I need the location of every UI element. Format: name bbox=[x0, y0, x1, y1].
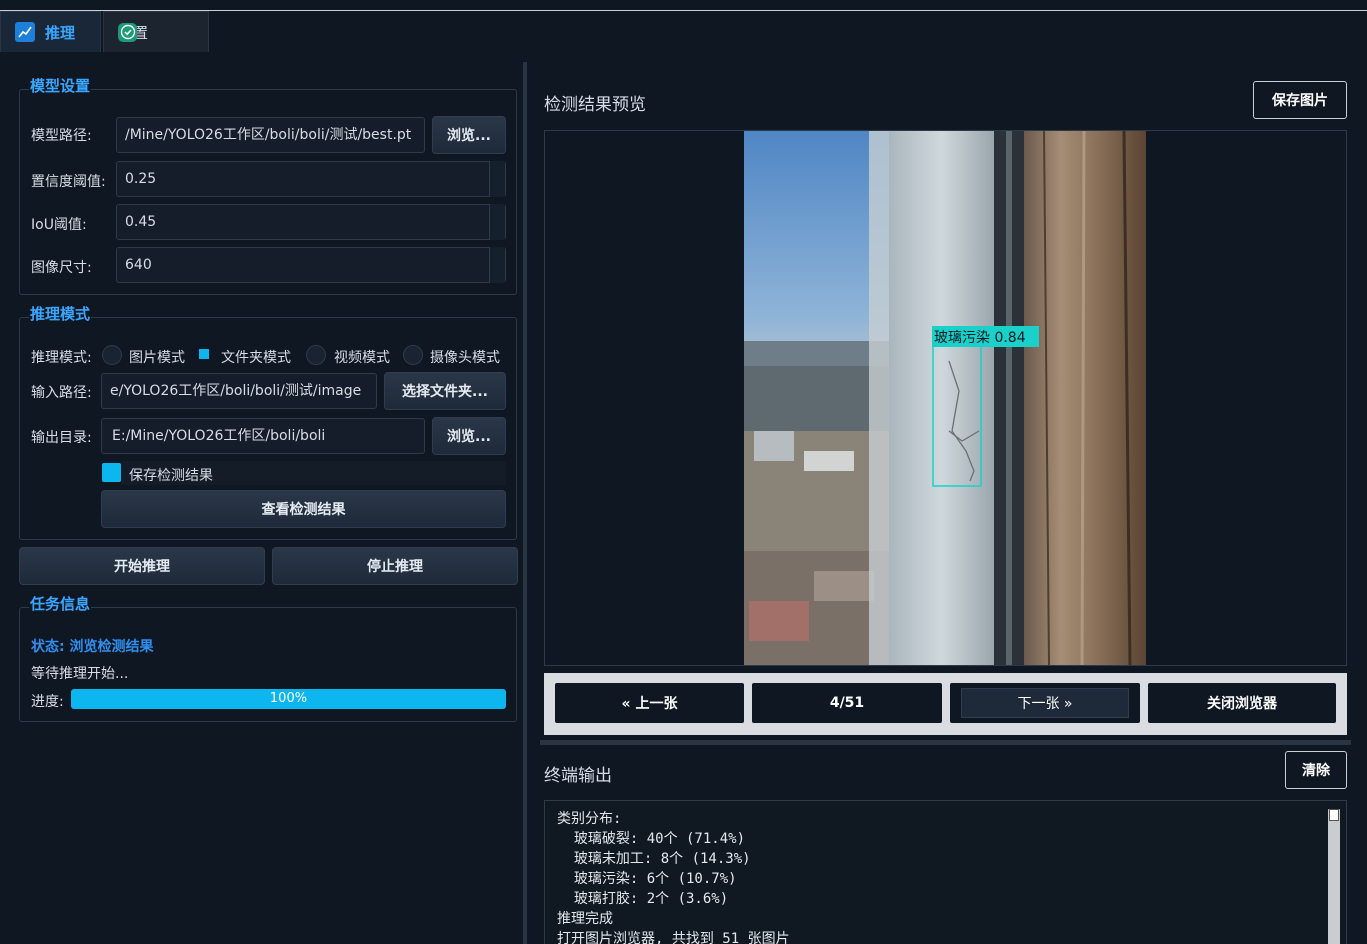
confidence-stepper[interactable] bbox=[489, 161, 505, 197]
model-browse-button[interactable]: 浏览... bbox=[432, 116, 506, 154]
select-folder-button[interactable]: 选择文件夹... bbox=[384, 372, 506, 410]
radio-video-mode-label: 视频模式 bbox=[334, 350, 390, 366]
radio-camera-mode-label: 摄像头模式 bbox=[430, 350, 500, 366]
progress-text: 100% bbox=[269, 691, 308, 706]
terminal-scroll-handle[interactable] bbox=[1329, 809, 1339, 821]
status-text: 状态: 浏览检测结果 bbox=[31, 639, 154, 655]
task-info-title: 任务信息 bbox=[29, 593, 92, 614]
horizontal-splitter[interactable] bbox=[540, 740, 1351, 745]
model-path-field[interactable]: /Mine/YOLO26工作区/boli/boli/测试/best.pt bbox=[116, 117, 425, 153]
progress-bar: 100% bbox=[71, 689, 506, 709]
output-dir-field[interactable]: E:/Mine/YOLO26工作区/boli/boli bbox=[101, 418, 425, 454]
terminal-line: 玻璃污染: 6个 (10.7%) bbox=[557, 871, 737, 887]
terminal-line: 玻璃未加工: 8个 (14.3%) bbox=[557, 851, 751, 867]
radio-image-mode-label: 图片模式 bbox=[129, 350, 185, 366]
output-browse-button[interactable]: 浏览... bbox=[432, 417, 506, 455]
progress-label: 进度: bbox=[31, 694, 64, 710]
confidence-label: 置信度阈值: bbox=[31, 174, 106, 190]
terminal-line: 类别分布: bbox=[557, 811, 622, 827]
save-results-label: 保存检测结果 bbox=[129, 468, 213, 484]
view-results-button[interactable]: 查看检测结果 bbox=[101, 490, 506, 528]
save-image-button[interactable]: 保存图片 bbox=[1253, 81, 1347, 119]
terminal-line: 玻璃打胶: 2个 (3.6%) bbox=[557, 891, 729, 907]
image-size-label: 图像尺寸: bbox=[31, 260, 92, 276]
chart-icon bbox=[15, 22, 35, 42]
check-badge-icon bbox=[118, 22, 137, 42]
stop-inference-button[interactable]: 停止推理 bbox=[272, 547, 518, 585]
next-image-label: 下一张 » bbox=[961, 688, 1129, 718]
terminal-scrollbar[interactable] bbox=[1328, 809, 1340, 944]
terminal-line: 玻璃破裂: 40个 (71.4%) bbox=[557, 831, 746, 847]
image-size-spinbox[interactable]: 640 bbox=[116, 247, 506, 283]
model-settings-title: 模型设置 bbox=[29, 75, 92, 96]
tab-settings[interactable]: 设置 bbox=[103, 11, 209, 52]
tab-inference-label: 推理 bbox=[45, 23, 76, 42]
image-counter: 4/51 bbox=[752, 683, 942, 723]
input-path-label: 输入路径: bbox=[31, 385, 92, 401]
image-navigator: « 上一张 4/51 下一张 » 关闭浏览器 bbox=[544, 673, 1347, 735]
model-path-label: 模型路径: bbox=[31, 128, 92, 144]
detection-image: 玻璃污染 0.84 bbox=[744, 131, 1146, 665]
radio-folder-mode-label: 文件夹模式 bbox=[221, 350, 291, 366]
iou-label: IoU阈值: bbox=[31, 217, 87, 233]
terminal-title: 终端输出 bbox=[544, 766, 612, 786]
terminal-line: 推理完成 bbox=[557, 911, 613, 927]
terminal-output[interactable]: 类别分布: 玻璃破裂: 40个 (71.4%) 玻璃未加工: 8个 (14.3%… bbox=[544, 800, 1347, 944]
confidence-spinbox[interactable]: 0.25 bbox=[116, 161, 506, 197]
mode-label: 推理模式: bbox=[31, 350, 92, 366]
preview-title: 检测结果预览 bbox=[544, 95, 646, 115]
radio-image-mode[interactable] bbox=[102, 345, 122, 365]
inference-mode-title: 推理模式 bbox=[29, 303, 92, 324]
tab-bar: 推理 设置 bbox=[0, 11, 209, 53]
radio-folder-mode[interactable] bbox=[199, 349, 209, 359]
clear-terminal-button[interactable]: 清除 bbox=[1285, 751, 1347, 789]
save-results-checkbox[interactable] bbox=[102, 463, 121, 482]
iou-spinbox[interactable]: 0.45 bbox=[116, 204, 506, 240]
next-image-button[interactable]: 下一张 » bbox=[950, 683, 1140, 723]
start-inference-button[interactable]: 开始推理 bbox=[19, 547, 265, 585]
tab-inference[interactable]: 推理 bbox=[0, 11, 101, 52]
close-browser-button[interactable]: 关闭浏览器 bbox=[1148, 683, 1336, 723]
input-path-field[interactable]: e/YOLO26工作区/boli/boli/测试/image bbox=[101, 373, 377, 409]
detection-preview: 玻璃污染 0.84 bbox=[544, 130, 1347, 666]
detection-label: 玻璃污染 0.84 bbox=[934, 329, 1026, 346]
vertical-splitter[interactable] bbox=[523, 62, 527, 944]
radio-camera-mode[interactable] bbox=[403, 345, 423, 365]
terminal-line: 打开图片浏览器, 共找到 51 张图片 bbox=[557, 931, 790, 944]
image-size-stepper[interactable] bbox=[489, 247, 505, 283]
radio-video-mode[interactable] bbox=[306, 345, 326, 365]
output-dir-label: 输出目录: bbox=[31, 430, 92, 446]
status-message: 等待推理开始... bbox=[31, 666, 129, 682]
prev-image-button[interactable]: « 上一张 bbox=[555, 683, 744, 723]
iou-stepper[interactable] bbox=[489, 204, 505, 240]
